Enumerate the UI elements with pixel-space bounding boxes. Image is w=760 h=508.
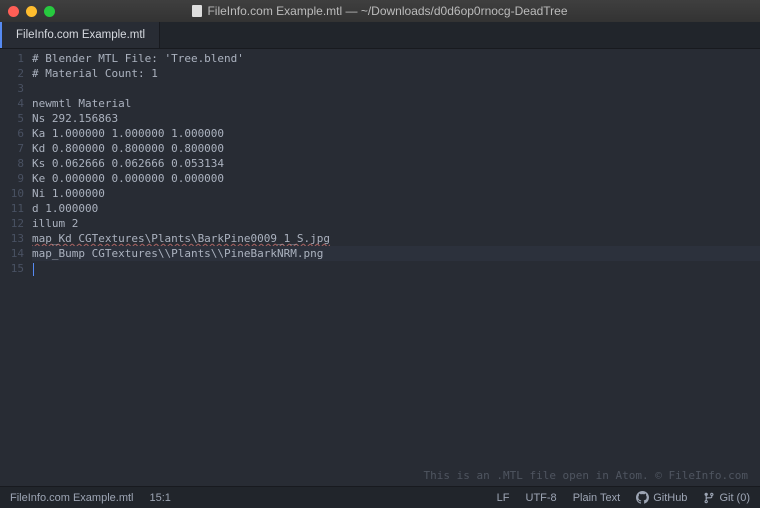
line-number: 10 (0, 186, 24, 201)
status-github-label: GitHub (653, 492, 687, 504)
file-icon (192, 5, 202, 17)
code-line[interactable]: Kd 0.800000 0.800000 0.800000 (32, 141, 760, 156)
status-git-label: Git (0) (719, 492, 750, 504)
github-icon (636, 491, 649, 504)
status-encoding[interactable]: UTF-8 (526, 492, 557, 504)
code-line[interactable]: illum 2 (32, 216, 760, 231)
code-line[interactable]: Ka 1.000000 1.000000 1.000000 (32, 126, 760, 141)
status-line-ending[interactable]: LF (497, 492, 510, 504)
code-line[interactable]: Ni 1.000000 (32, 186, 760, 201)
code-line[interactable] (32, 81, 760, 96)
code-content[interactable]: # Blender MTL File: 'Tree.blend'# Materi… (32, 49, 760, 486)
window-title-text: FileInfo.com Example.mtl — ~/Downloads/d… (207, 4, 567, 18)
window-titlebar: FileInfo.com Example.mtl — ~/Downloads/d… (0, 0, 760, 22)
tab-bar: FileInfo.com Example.mtl (0, 22, 760, 49)
line-number: 5 (0, 111, 24, 126)
window-title: FileInfo.com Example.mtl — ~/Downloads/d… (0, 4, 760, 18)
line-number: 11 (0, 201, 24, 216)
status-git[interactable]: Git (0) (703, 492, 750, 504)
code-line[interactable]: d 1.000000 (32, 201, 760, 216)
line-number: 7 (0, 141, 24, 156)
line-number: 6 (0, 126, 24, 141)
text-cursor (33, 263, 34, 276)
status-cursor[interactable]: 15:1 (149, 492, 170, 504)
code-line[interactable]: Ns 292.156863 (32, 111, 760, 126)
line-number: 15 (0, 261, 24, 276)
code-line[interactable]: # Material Count: 1 (32, 66, 760, 81)
line-number: 14 (0, 246, 24, 261)
status-grammar[interactable]: Plain Text (573, 492, 621, 504)
line-number: 3 (0, 81, 24, 96)
code-line[interactable]: map_Bump CGTextures\\Plants\\PineBarkNRM… (32, 246, 760, 261)
traffic-lights (8, 6, 55, 17)
line-number: 4 (0, 96, 24, 111)
tab-label: FileInfo.com Example.mtl (16, 29, 145, 41)
status-bar: FileInfo.com Example.mtl 15:1 LF UTF-8 P… (0, 486, 760, 508)
maximize-window-button[interactable] (44, 6, 55, 17)
code-line[interactable]: Ks 0.062666 0.062666 0.053134 (32, 156, 760, 171)
tab-active[interactable]: FileInfo.com Example.mtl (0, 22, 160, 48)
line-number: 12 (0, 216, 24, 231)
line-number: 9 (0, 171, 24, 186)
watermark-text: This is an .MTL file open in Atom. © Fil… (423, 469, 748, 482)
minimize-window-button[interactable] (26, 6, 37, 17)
code-line[interactable]: newmtl Material (32, 96, 760, 111)
gutter: 123456789101112131415 (0, 49, 32, 486)
git-branch-icon (703, 492, 715, 504)
status-file[interactable]: FileInfo.com Example.mtl (10, 492, 133, 504)
editor-area[interactable]: 123456789101112131415 # Blender MTL File… (0, 49, 760, 486)
line-number: 13 (0, 231, 24, 246)
close-window-button[interactable] (8, 6, 19, 17)
line-number: 8 (0, 156, 24, 171)
code-line[interactable]: map_Kd CGTextures\Plants\BarkPine0009_1_… (32, 231, 760, 246)
line-number: 2 (0, 66, 24, 81)
code-line[interactable]: # Blender MTL File: 'Tree.blend' (32, 51, 760, 66)
code-line[interactable]: Ke 0.000000 0.000000 0.000000 (32, 171, 760, 186)
code-line[interactable] (32, 261, 760, 276)
line-number: 1 (0, 51, 24, 66)
status-github[interactable]: GitHub (636, 491, 687, 504)
